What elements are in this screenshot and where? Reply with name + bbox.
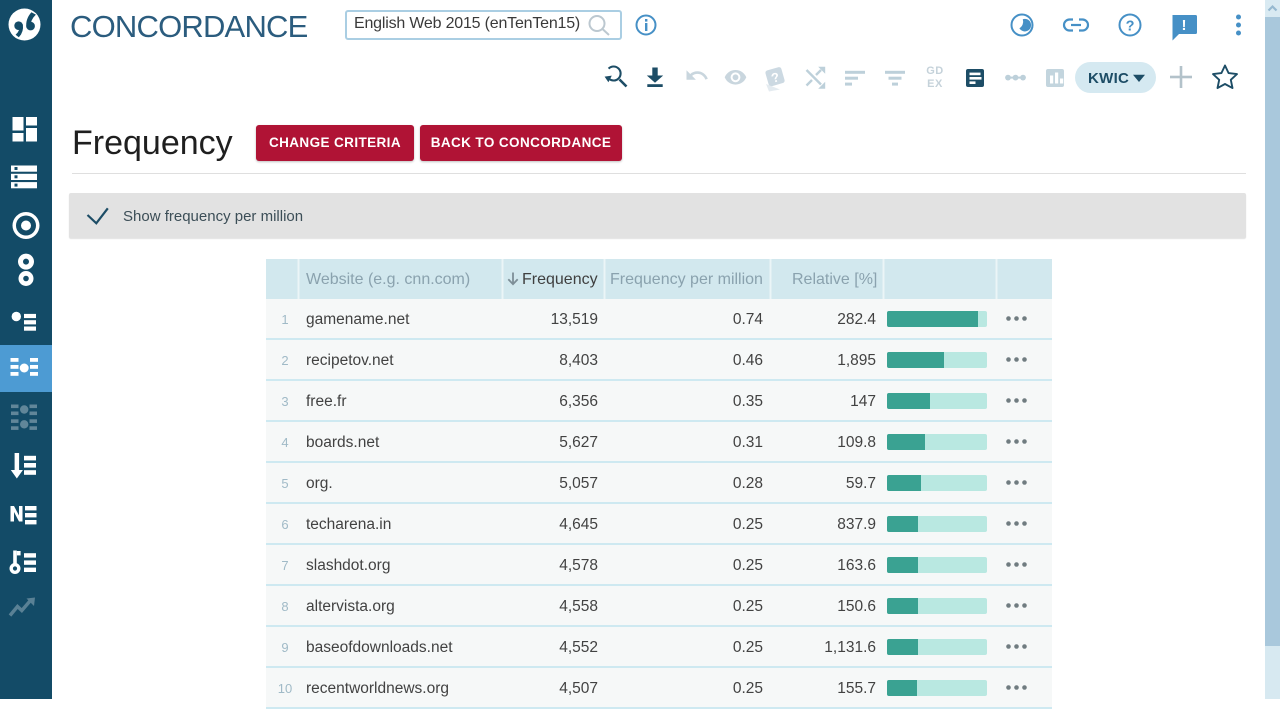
svg-text:?: ?	[1126, 19, 1135, 35]
svg-text:!: !	[1182, 17, 1187, 34]
svg-text:?: ?	[769, 69, 781, 86]
